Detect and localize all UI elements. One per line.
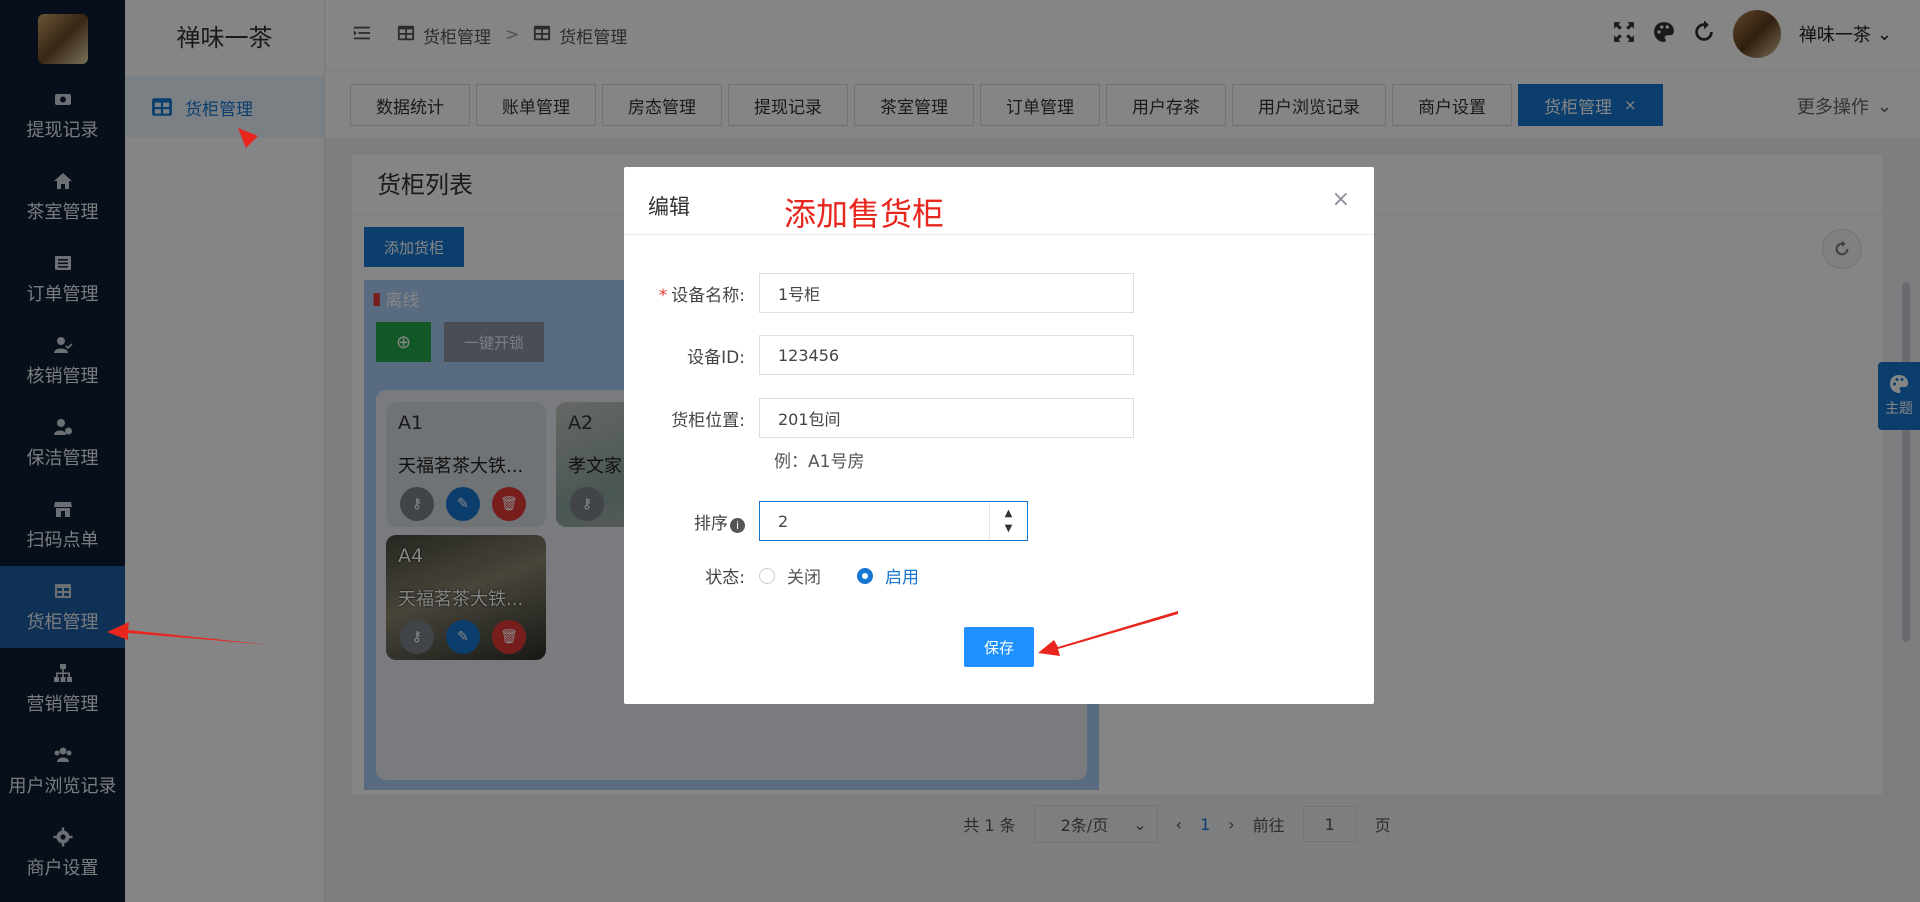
radio-dot bbox=[759, 567, 775, 584]
field-label: 排序 i bbox=[624, 509, 759, 534]
sort-value: 2 bbox=[778, 511, 789, 531]
close-icon[interactable]: × bbox=[1332, 187, 1350, 212]
radio-label: 关闭 bbox=[787, 568, 821, 588]
field-label: 货柜位置: bbox=[671, 410, 745, 431]
field-device-id: 设备ID: 123456 bbox=[624, 335, 1134, 375]
info-icon[interactable]: i bbox=[730, 517, 745, 533]
field-status: 状态: 关闭 启用 bbox=[624, 563, 919, 588]
annotation-text: 添加售货柜 bbox=[784, 195, 945, 233]
field-device-name: * 设备名称: 1号柜 bbox=[624, 273, 1134, 313]
caret-down-icon[interactable]: ▼ bbox=[1005, 523, 1013, 534]
sort-number-input[interactable]: 2 ▲ ▼ bbox=[759, 501, 1028, 541]
dialog-title: 编辑 bbox=[648, 195, 690, 219]
radio-label: 启用 bbox=[885, 568, 919, 588]
device-id-input[interactable]: 123456 bbox=[759, 335, 1134, 375]
radio-dot bbox=[857, 567, 873, 584]
number-stepper[interactable]: ▲ ▼ bbox=[989, 502, 1027, 540]
required-mark: * bbox=[658, 285, 668, 306]
dialog-header: 编辑 添加售货柜 × bbox=[624, 167, 1374, 235]
status-radio-group: 关闭 启用 bbox=[759, 563, 919, 588]
caret-up-icon[interactable]: ▲ bbox=[1005, 508, 1013, 519]
field-sort: 排序 i 2 ▲ ▼ bbox=[624, 501, 1028, 541]
save-button[interactable]: 保存 bbox=[964, 627, 1034, 667]
label-text: 排序 bbox=[694, 513, 728, 534]
field-label: 设备ID: bbox=[687, 347, 745, 368]
label-text: 设备名称: bbox=[671, 285, 745, 306]
field-label: * 设备名称: bbox=[624, 281, 759, 306]
field-label: 状态: bbox=[705, 568, 745, 588]
device-name-input[interactable]: 1号柜 bbox=[759, 273, 1134, 313]
radio-off[interactable]: 关闭 bbox=[759, 563, 821, 588]
radio-on[interactable]: 启用 bbox=[857, 563, 919, 588]
location-input[interactable]: 201包间 bbox=[759, 398, 1134, 438]
app-root: 提现记录 茶室管理 订单管理 核销管理 保洁管理 扫码点单 货柜管理 营销管理 bbox=[0, 0, 1920, 902]
location-hint: 例：A1号房 bbox=[774, 452, 865, 472]
field-location: 货柜位置: 201包间 bbox=[624, 398, 1134, 438]
edit-dialog: 编辑 添加售货柜 × * 设备名称: 1号柜 设备ID: 123456 货柜位置:… bbox=[624, 167, 1374, 704]
